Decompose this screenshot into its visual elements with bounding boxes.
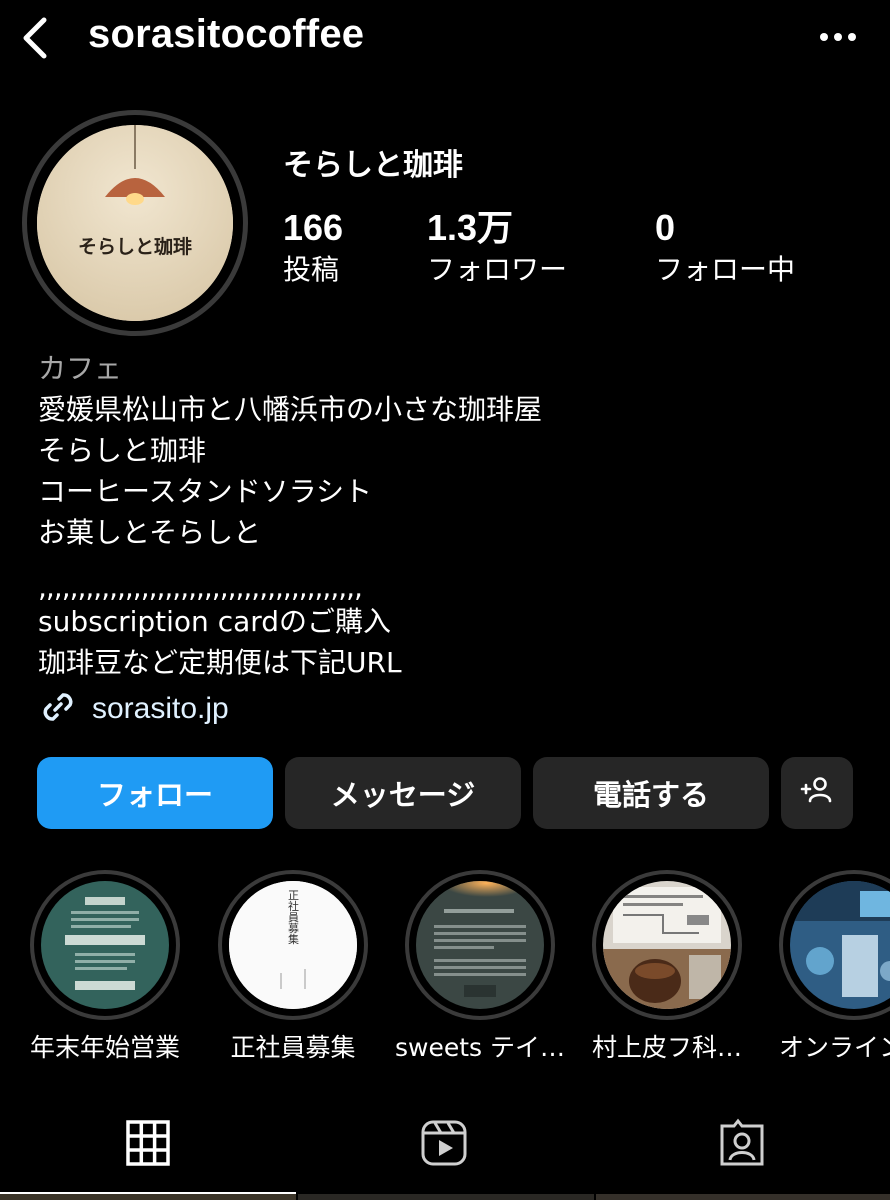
highlight-thumbnail <box>790 881 890 1009</box>
stat-following[interactable]: 0 フォロー中 <box>655 206 795 290</box>
stat-followers-value: 1.3万 <box>427 207 514 248</box>
highlight-ring: 正社員募集 <box>218 870 368 1020</box>
stat-followers[interactable]: 1.3万 フォロワー <box>427 206 567 290</box>
highlight-thumb-text: 正社員募集 <box>287 890 300 945</box>
bio-line: コーヒースタンドソラシト <box>38 475 373 508</box>
highlight-thumbnail <box>41 881 169 1009</box>
back-arrow-icon[interactable] <box>16 14 56 62</box>
highlight-ring <box>592 870 742 1020</box>
stat-following-value: 0 <box>655 207 676 248</box>
stat-posts-value: 166 <box>283 207 344 248</box>
more-options-icon[interactable] <box>814 22 862 52</box>
highlight-ring <box>405 870 555 1020</box>
stat-following-label: フォロー中 <box>655 253 796 286</box>
bio-link[interactable]: sorasito.jp <box>38 688 229 730</box>
bio-divider: ,,,,,,,,,,,,,,,,,,,,,,,,,,,,,,,,,,,,,,,,… <box>38 571 363 604</box>
profile-username: sorasitocoffee <box>88 12 365 56</box>
top-bar: sorasitocoffee <box>0 0 890 76</box>
display-name: そらしと珈琲 <box>283 148 463 183</box>
bio-line: subscription cardのご購入 <box>38 605 392 638</box>
post-thumbnail-edge <box>298 1194 594 1200</box>
post-thumbnail-edge <box>0 1194 296 1200</box>
highlight-thumbnail <box>416 881 544 1009</box>
bio-category: カフェ <box>38 352 123 385</box>
highlight-caption: sweets テイ… <box>394 1033 565 1062</box>
tab-tagged-icon[interactable] <box>716 1116 764 1170</box>
highlight-thumbnail <box>603 881 731 1009</box>
bio-line: 珈琲豆など定期便は下記URL <box>38 646 402 679</box>
tab-posts-grid-icon[interactable] <box>124 1116 172 1170</box>
highlight-thumbnail: 正社員募集 <box>229 881 357 1009</box>
highlight-item[interactable]: 村上皮フ科… <box>592 870 742 1062</box>
add-person-icon <box>799 772 835 815</box>
stat-posts[interactable]: 166 投稿 <box>283 206 343 290</box>
highlight-item[interactable]: 正社員募集 正社員募集 <box>218 870 368 1062</box>
link-text: sorasito.jp <box>92 692 229 725</box>
suggest-people-button[interactable] <box>781 757 853 829</box>
avatar-logo-text: そらしと珈琲 <box>78 236 192 258</box>
post-thumbnail-edge <box>596 1194 890 1200</box>
profile-tabs <box>0 1100 890 1200</box>
bio-line: そらしと珈琲 <box>38 434 207 467</box>
bio-line: お菓しとそらしと <box>38 516 262 549</box>
highlight-caption: 村上皮フ科… <box>591 1033 742 1062</box>
highlight-item[interactable]: オンライン <box>779 870 890 1062</box>
highlight-caption: オンライン <box>779 1033 890 1062</box>
highlight-ring <box>779 870 890 1020</box>
message-button[interactable]: メッセージ <box>285 757 521 829</box>
highlight-caption: 年末年始営業 <box>29 1033 180 1062</box>
tab-reels-icon[interactable] <box>420 1116 468 1170</box>
avatar[interactable]: そらしと珈琲 <box>37 125 233 321</box>
follow-button[interactable]: フォロー <box>37 757 273 829</box>
highlight-item[interactable]: sweets テイ… <box>395 870 565 1062</box>
stat-posts-label: 投稿 <box>283 253 340 286</box>
call-button[interactable]: 電話する <box>533 757 769 829</box>
stat-followers-label: フォロワー <box>427 253 568 286</box>
link-icon <box>38 687 78 731</box>
highlight-caption: 正社員募集 <box>230 1033 356 1062</box>
bio-line: 愛媛県松山市と八幡浜市の小さな珈琲屋 <box>38 393 543 426</box>
highlight-item[interactable]: 年末年始営業 <box>30 870 180 1062</box>
bio: カフェ 愛媛県松山市と八幡浜市の小さな珈琲屋 そらしと珈琲 コーヒースタンドソラ… <box>38 348 858 683</box>
highlight-ring <box>30 870 180 1020</box>
